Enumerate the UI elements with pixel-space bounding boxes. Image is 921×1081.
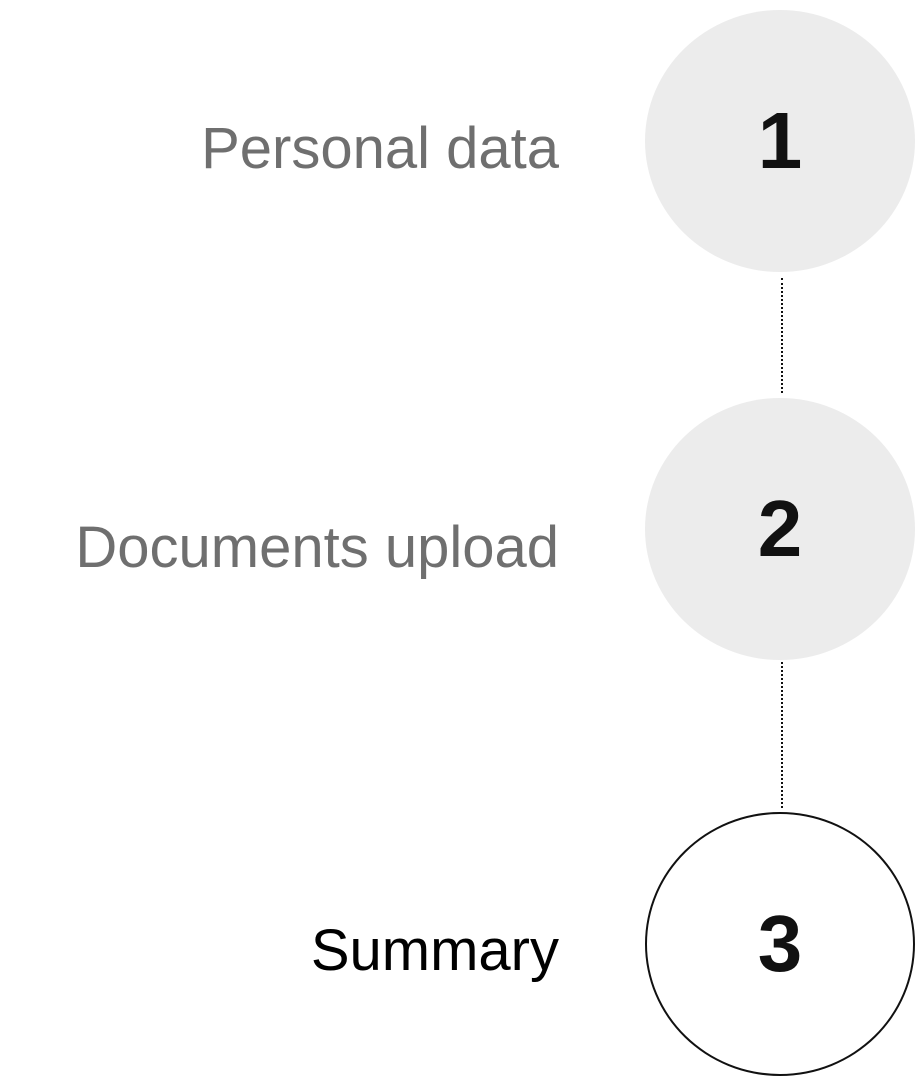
step-summary[interactable]: Summary 3 <box>0 812 921 1076</box>
step-personal-data[interactable]: Personal data 1 <box>0 10 921 272</box>
step-label: Documents upload <box>75 515 559 580</box>
step-connector <box>781 662 783 808</box>
step-number: 3 <box>757 899 803 988</box>
step-indicator-circle-active[interactable]: 3 <box>645 812 915 1076</box>
step-indicator-circle[interactable]: 2 <box>645 398 915 660</box>
step-label: Personal data <box>201 116 559 181</box>
step-number: 1 <box>757 96 803 185</box>
progress-stepper: Personal data 1 Documents upload 2 Summa… <box>0 0 921 1081</box>
step-connector <box>781 278 783 393</box>
step-indicator-circle[interactable]: 1 <box>645 10 915 272</box>
step-label: Summary <box>310 918 559 983</box>
step-documents-upload[interactable]: Documents upload 2 <box>0 398 921 660</box>
step-number: 2 <box>757 484 803 573</box>
